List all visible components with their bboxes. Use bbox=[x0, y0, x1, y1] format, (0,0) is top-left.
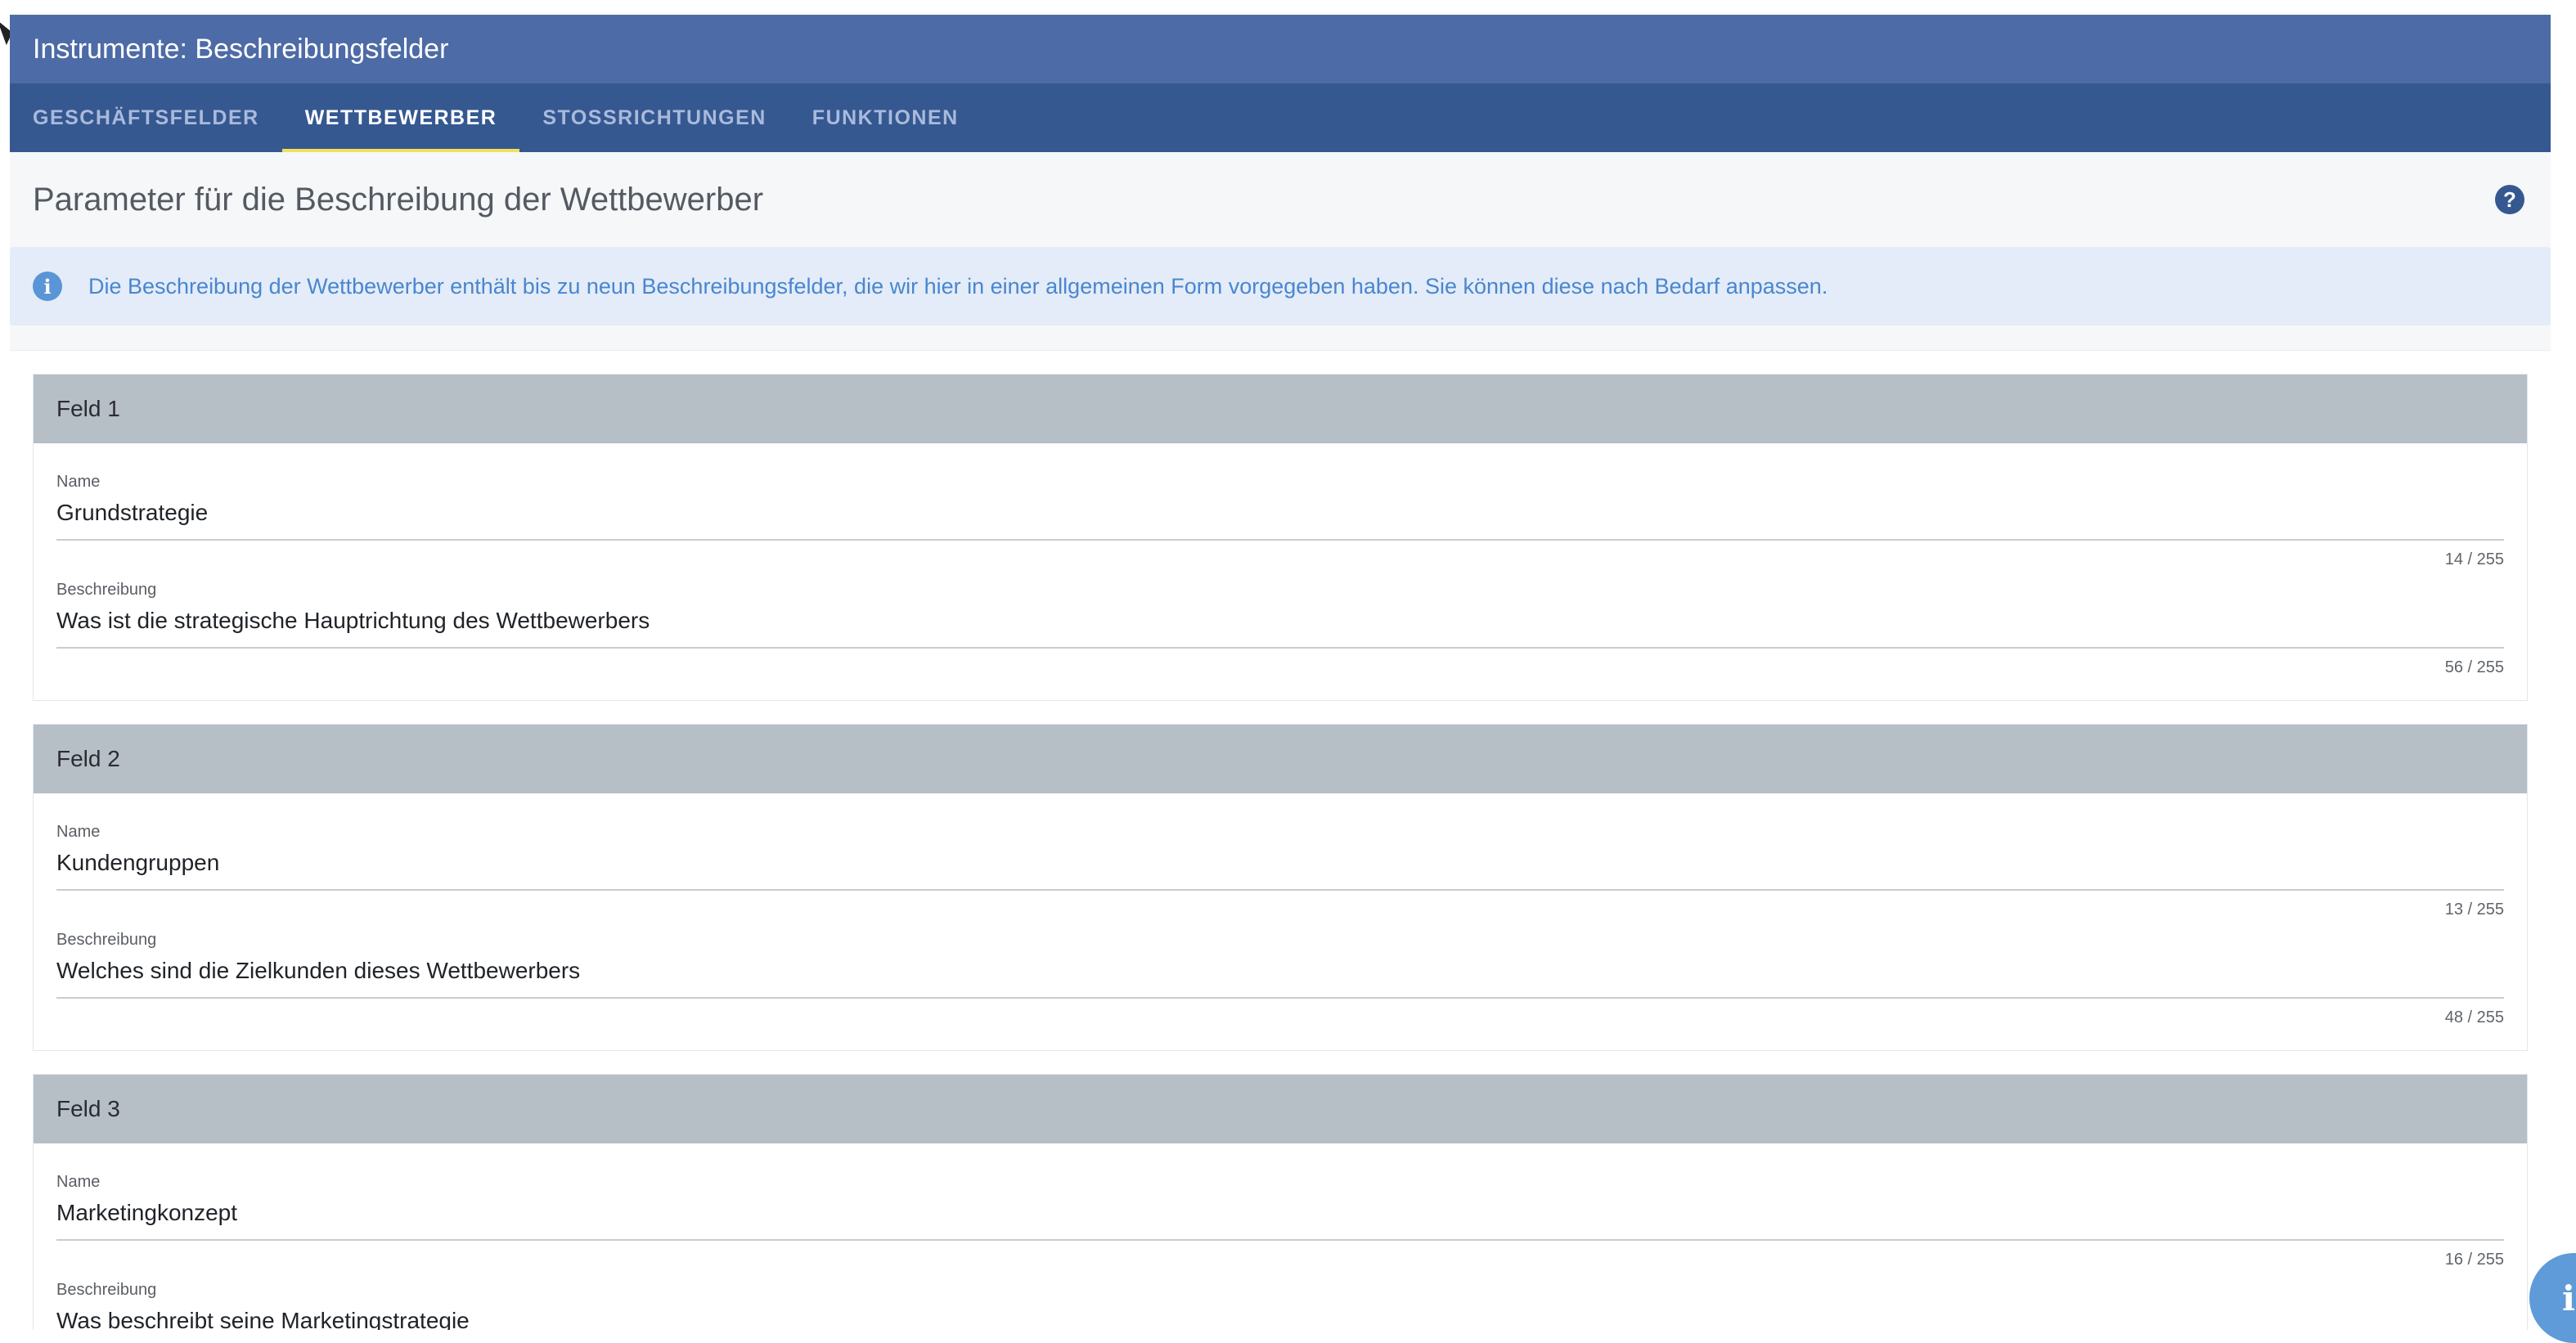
tab-stossrichtungen[interactable]: STOSSRICHTUNGEN bbox=[519, 83, 789, 152]
description-input-group: Beschreibung Was ist die strategische Ha… bbox=[56, 581, 2504, 677]
description-counter: 56 / 255 bbox=[2444, 658, 2504, 676]
field-body: Name Marketingkonzept 16 / 255 Beschreib… bbox=[34, 1143, 2527, 1330]
question-circle-icon[interactable]: ? bbox=[2495, 185, 2524, 214]
field-card-3: Feld 3 Name Marketingkonzept 16 / 255 Be… bbox=[33, 1074, 2528, 1330]
info-text: Die Beschreibung der Wettbewerber enthäl… bbox=[88, 273, 1828, 299]
titlebar: Instrumente: Beschreibungsfelder bbox=[10, 15, 2551, 83]
name-input-group: Name Grundstrategie 14 / 255 bbox=[56, 473, 2504, 569]
description-input-group: Beschreibung Was beschreibt seine Market… bbox=[56, 1281, 2504, 1330]
info-banner: i Die Beschreibung der Wettbewerber enth… bbox=[10, 247, 2551, 326]
window-title: Instrumente: Beschreibungsfelder bbox=[33, 33, 449, 65]
field-heading: Feld 1 bbox=[34, 375, 2527, 443]
field-heading: Feld 2 bbox=[34, 725, 2527, 793]
name-input[interactable]: Marketingkonzept bbox=[56, 1200, 2504, 1241]
info-circle-icon: i bbox=[33, 272, 62, 301]
name-counter: 16 / 255 bbox=[2444, 1251, 2504, 1269]
description-label: Beschreibung bbox=[56, 931, 157, 949]
name-counter: 13 / 255 bbox=[2444, 901, 2504, 919]
name-input-group: Name Kundengruppen 13 / 255 bbox=[56, 823, 2504, 919]
field-body: Name Grundstrategie 14 / 255 Beschreibun… bbox=[34, 443, 2527, 700]
description-input-group: Beschreibung Welches sind die Zielkunden… bbox=[56, 931, 2504, 1027]
field-body: Name Kundengruppen 13 / 255 Beschreibung… bbox=[34, 793, 2527, 1050]
section-header: Parameter für die Beschreibung der Wettb… bbox=[10, 152, 2551, 247]
field-card-2: Feld 2 Name Kundengruppen 13 / 255 Besch… bbox=[33, 724, 2528, 1051]
app-window: Instrumente: Beschreibungsfelder GESCHÄF… bbox=[10, 15, 2551, 1330]
name-label: Name bbox=[56, 473, 101, 491]
field-heading: Feld 3 bbox=[34, 1075, 2527, 1143]
name-input-group: Name Marketingkonzept 16 / 255 bbox=[56, 1173, 2504, 1269]
description-input[interactable]: Welches sind die Zielkunden dieses Wettb… bbox=[56, 958, 2504, 999]
description-label: Beschreibung bbox=[56, 1281, 157, 1299]
name-counter: 14 / 255 bbox=[2444, 550, 2504, 568]
fields-panel: Feld 1 Name Grundstrategie 14 / 255 Besc… bbox=[10, 350, 2551, 1330]
name-label: Name bbox=[56, 823, 101, 841]
page-title: Parameter für die Beschreibung der Wettb… bbox=[33, 181, 764, 218]
name-input[interactable]: Kundengruppen bbox=[56, 850, 2504, 891]
description-input[interactable]: Was beschreibt seine Marketingstrategie bbox=[56, 1308, 2504, 1330]
description-input[interactable]: Was ist die strategische Hauptrichtung d… bbox=[56, 608, 2504, 649]
description-counter: 48 / 255 bbox=[2444, 1008, 2504, 1026]
field-card-1: Feld 1 Name Grundstrategie 14 / 255 Besc… bbox=[33, 374, 2528, 701]
name-label: Name bbox=[56, 1173, 101, 1191]
tab-wettbewerber[interactable]: WETTBEWERBER bbox=[281, 83, 520, 152]
tab-bar: GESCHÄFTSFELDER WETTBEWERBER STOSSRICHTU… bbox=[10, 83, 2551, 152]
description-label: Beschreibung bbox=[56, 581, 157, 599]
tab-geschaeftsfelder[interactable]: GESCHÄFTSFELDER bbox=[10, 83, 282, 152]
name-input[interactable]: Grundstrategie bbox=[56, 500, 2504, 541]
tab-funktionen[interactable]: FUNKTIONEN bbox=[789, 83, 982, 152]
